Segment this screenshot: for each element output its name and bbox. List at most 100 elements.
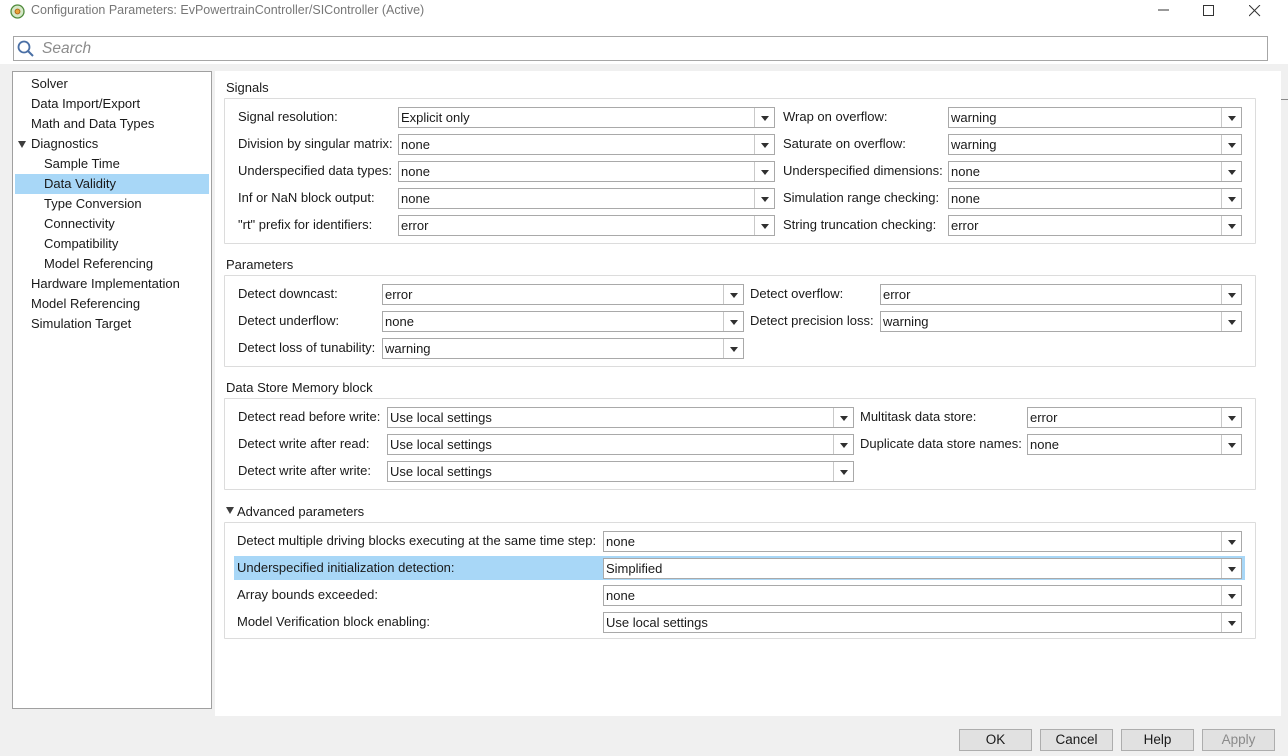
underspecified-initialization-detection-label: Underspecified initialization detection: <box>237 560 455 575</box>
tree-item-label: Model Referencing <box>44 256 154 271</box>
dropdown-value: none <box>606 534 635 549</box>
chevron-down-icon <box>833 462 853 481</box>
detect-multiple-driving-blocks-label: Detect multiple driving blocks executing… <box>237 533 597 548</box>
underspecified-dimensions-dropdown[interactable]: none <box>948 161 1242 182</box>
background-window-edge <box>1281 60 1288 100</box>
dropdown-value: error <box>1030 410 1058 425</box>
inf-or-nan-block-output-dropdown[interactable]: none <box>398 188 775 209</box>
detect-loss-of-tunability-label: Detect loss of tunability: <box>238 340 376 355</box>
detect-downcast-label: Detect downcast: <box>238 286 338 301</box>
chevron-down-icon <box>723 312 743 331</box>
tree-item-diagnostics-model-referencing[interactable]: Model Referencing <box>44 254 153 274</box>
tree-item-model-referencing[interactable]: Model Referencing <box>31 294 140 314</box>
array-bounds-exceeded-label: Array bounds exceeded: <box>237 587 378 602</box>
maximize-icon <box>1203 5 1214 16</box>
model-verification-block-enabling-label: Model Verification block enabling: <box>237 614 430 629</box>
detect-write-after-read-dropdown[interactable]: Use local settings <box>387 434 854 455</box>
tree-item-label: Math and Data Types <box>31 116 155 131</box>
detect-write-after-read-label: Detect write after read: <box>238 436 370 451</box>
duplicate-data-store-names-dropdown[interactable]: none <box>1027 434 1242 455</box>
detect-underflow-label: Detect underflow: <box>238 313 340 328</box>
detect-overflow-label: Detect overflow: <box>750 286 844 301</box>
chevron-down-icon <box>723 339 743 358</box>
chevron-down-icon <box>723 285 743 304</box>
chevron-down-icon <box>1221 559 1241 578</box>
underspecified-initialization-detection-dropdown[interactable]: Simplified <box>603 558 1242 579</box>
detect-multiple-driving-blocks-dropdown[interactable]: none <box>603 531 1242 552</box>
cancel-button[interactable]: Cancel <box>1040 729 1113 751</box>
wrap-on-overflow-dropdown[interactable]: warning <box>948 107 1242 128</box>
dropdown-value: none <box>951 191 980 206</box>
rt-prefix-dropdown[interactable]: error <box>398 215 775 236</box>
signal-resolution-label: Signal resolution: <box>238 109 338 124</box>
detect-underflow-dropdown[interactable]: none <box>382 311 744 332</box>
detect-read-before-write-dropdown[interactable]: Use local settings <box>387 407 854 428</box>
tree-item-label: Model Referencing <box>31 296 141 311</box>
tree-item-label: Simulation Target <box>31 316 132 331</box>
tree-item-diagnostics[interactable]: Diagnostics <box>31 134 98 154</box>
chevron-down-icon <box>833 435 853 454</box>
tree-item-hardware-implementation[interactable]: Hardware Implementation <box>31 274 180 294</box>
detect-overflow-dropdown[interactable]: error <box>880 284 1242 305</box>
tree-item-data-import-export[interactable]: Data Import/Export <box>31 94 140 114</box>
signal-resolution-dropdown[interactable]: Explicit only <box>398 107 775 128</box>
expand-collapse-icon[interactable] <box>18 141 26 148</box>
dropdown-value: Simplified <box>606 561 663 576</box>
ok-button[interactable]: OK <box>959 729 1032 751</box>
dsm-group-title: Data Store Memory block <box>226 380 373 395</box>
array-bounds-exceeded-dropdown[interactable]: none <box>603 585 1242 606</box>
signals-group-title: Signals <box>226 80 269 95</box>
simulation-range-checking-dropdown[interactable]: none <box>948 188 1242 209</box>
tree-item-label: Diagnostics <box>31 136 99 151</box>
chevron-down-icon <box>1221 189 1241 208</box>
help-button[interactable]: Help <box>1121 729 1194 751</box>
collapse-arrow-icon[interactable] <box>226 507 234 514</box>
chevron-down-icon <box>1221 108 1241 127</box>
search-input[interactable] <box>40 38 1240 59</box>
detect-precision-loss-label: Detect precision loss: <box>750 313 874 328</box>
dropdown-value: none <box>606 588 635 603</box>
apply-button[interactable]: Apply <box>1202 729 1275 751</box>
chevron-down-icon <box>1221 135 1241 154</box>
tree-item-type-conversion[interactable]: Type Conversion <box>44 194 142 214</box>
dropdown-value: Use local settings <box>390 410 492 425</box>
tree-item-solver[interactable]: Solver <box>31 74 68 94</box>
dropdown-value: none <box>401 191 430 206</box>
tree-item-math-and-data-types[interactable]: Math and Data Types <box>31 114 154 134</box>
minimize-button[interactable] <box>1141 0 1187 22</box>
simulink-app-icon <box>10 4 25 19</box>
detect-write-after-write-dropdown[interactable]: Use local settings <box>387 461 854 482</box>
tree-item-connectivity[interactable]: Connectivity <box>44 214 115 234</box>
dropdown-value: none <box>1030 437 1059 452</box>
detect-loss-of-tunability-dropdown[interactable]: warning <box>382 338 744 359</box>
duplicate-data-store-names-label: Duplicate data store names: <box>860 436 1022 451</box>
detect-write-after-write-label: Detect write after write: <box>238 463 371 478</box>
string-truncation-checking-label: String truncation checking: <box>783 217 937 232</box>
tree-item-label: Type Conversion <box>44 196 142 211</box>
tree-item-sample-time[interactable]: Sample Time <box>44 154 120 174</box>
tree-item-compatibility[interactable]: Compatibility <box>44 234 118 254</box>
chevron-down-icon <box>1221 285 1241 304</box>
search-box[interactable] <box>13 36 1268 61</box>
navigation-tree[interactable]: Solver Data Import/Export Math and Data … <box>12 71 212 709</box>
close-button[interactable] <box>1232 0 1278 22</box>
tree-item-label: Sample Time <box>44 156 120 171</box>
wrap-on-overflow-label: Wrap on overflow: <box>783 109 888 124</box>
detect-precision-loss-dropdown[interactable]: warning <box>880 311 1242 332</box>
division-by-singular-matrix-label: Division by singular matrix: <box>238 136 393 151</box>
tree-item-simulation-target[interactable]: Simulation Target <box>31 314 131 334</box>
saturate-on-overflow-dropdown[interactable]: warning <box>948 134 1242 155</box>
tree-item-label: Solver <box>31 76 68 91</box>
chevron-down-icon <box>1221 312 1241 331</box>
chevron-down-icon <box>754 108 774 127</box>
tree-item-data-validity[interactable]: Data Validity <box>15 174 209 194</box>
close-icon <box>1249 5 1261 17</box>
maximize-button[interactable] <box>1186 0 1232 22</box>
underspecified-data-types-dropdown[interactable]: none <box>398 161 775 182</box>
model-verification-block-enabling-dropdown[interactable]: Use local settings <box>603 612 1242 633</box>
advanced-group-title[interactable]: Advanced parameters <box>237 504 364 519</box>
division-by-singular-matrix-dropdown[interactable]: none <box>398 134 775 155</box>
string-truncation-checking-dropdown[interactable]: error <box>948 215 1242 236</box>
multitask-data-store-dropdown[interactable]: error <box>1027 407 1242 428</box>
detect-downcast-dropdown[interactable]: error <box>382 284 744 305</box>
